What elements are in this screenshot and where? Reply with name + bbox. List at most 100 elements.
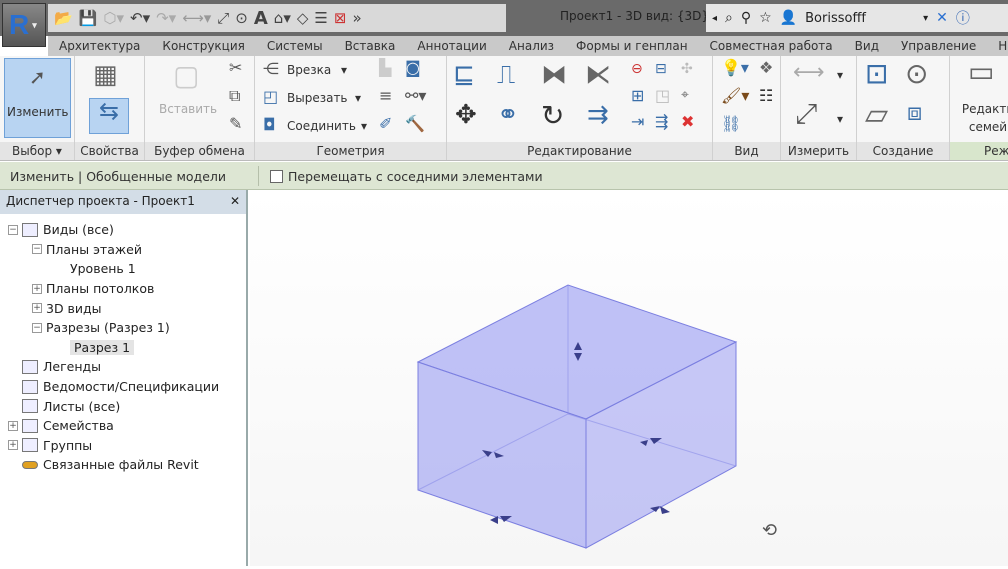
- tab-view[interactable]: Вид: [844, 39, 890, 53]
- mirror-draw-icon[interactable]: ⧔: [585, 62, 611, 88]
- lightbulb-icon[interactable]: 💡▾: [721, 60, 749, 76]
- tree-item[interactable]: Разрез 1: [0, 338, 246, 358]
- paint-icon[interactable]: ◙: [405, 60, 421, 76]
- wall-joins-icon[interactable]: ≡: [379, 88, 392, 104]
- tree-item[interactable]: Ведомости/Спецификации: [0, 377, 246, 397]
- align-icon[interactable]: ⊑: [453, 62, 475, 88]
- tab-architecture[interactable]: Архитектура: [48, 39, 151, 53]
- beam-column-icon[interactable]: ⚯▾: [405, 88, 426, 104]
- expand-icon[interactable]: +: [8, 440, 18, 451]
- 3d-viewport[interactable]: ⟲: [250, 190, 1008, 566]
- trim-single-icon[interactable]: ⇥: [631, 114, 644, 130]
- properties-toggle-icon[interactable]: ⇆: [89, 98, 129, 134]
- brush-icon[interactable]: 🖌▾: [721, 88, 749, 104]
- tab-manage[interactable]: Управление: [890, 39, 987, 53]
- tab-analyze[interactable]: Анализ: [498, 39, 565, 53]
- expand-icon[interactable]: +: [32, 283, 42, 294]
- scroll-left-icon[interactable]: ◂: [712, 13, 717, 24]
- tab-collaborate[interactable]: Совместная работа: [699, 39, 844, 53]
- open-icon[interactable]: 📂: [54, 9, 73, 27]
- measure-between-icon[interactable]: ⟷: [793, 62, 825, 84]
- 3d-view-icon[interactable]: ⌂▾: [274, 9, 291, 27]
- array-icon[interactable]: ⊞: [631, 88, 644, 104]
- thin-lines-icon[interactable]: ☰: [314, 9, 327, 27]
- sync-icon[interactable]: ⬡▾: [103, 9, 124, 27]
- tab-structure[interactable]: Конструкция: [151, 39, 255, 53]
- collapse-icon[interactable]: −: [8, 224, 18, 235]
- tab-annotate[interactable]: Аннотации: [406, 39, 497, 53]
- create-assembly-icon[interactable]: ⊡: [865, 60, 888, 88]
- collapse-icon[interactable]: −: [32, 244, 42, 255]
- section-icon[interactable]: ◇: [297, 9, 309, 27]
- star-icon[interactable]: ☆: [759, 10, 772, 26]
- demolish-icon[interactable]: 🔨: [405, 116, 425, 132]
- modify-button[interactable]: ➚ Изменить: [4, 58, 71, 138]
- tab-addins[interactable]: Над: [987, 39, 1008, 53]
- offset-icon[interactable]: ⎍: [497, 62, 515, 88]
- measure-icon[interactable]: ⟷▾: [182, 9, 211, 27]
- move-icon[interactable]: ✥: [455, 102, 477, 128]
- aligned-dimension-icon[interactable]: ⤢: [795, 100, 817, 128]
- tree-item[interactable]: + Группы: [0, 436, 246, 456]
- help-icon[interactable]: ⓘ: [956, 8, 970, 28]
- subscription-icon[interactable]: ⚲: [741, 10, 751, 26]
- tree-item[interactable]: Легенды: [0, 357, 246, 377]
- move-with-nearby-checkbox[interactable]: [270, 170, 283, 183]
- panel-select-label[interactable]: Выбор ▾: [0, 142, 74, 160]
- tree-item[interactable]: − Планы этажей: [0, 240, 246, 260]
- linework-icon[interactable]: ☷: [759, 88, 773, 104]
- redo-icon[interactable]: ↷▾: [156, 9, 176, 27]
- edit-family-icon[interactable]: ▭: [968, 58, 994, 86]
- override-graphics-icon[interactable]: ❖: [759, 60, 773, 76]
- split-face-icon[interactable]: ▙: [379, 60, 391, 76]
- binoculars-icon[interactable]: ⌕: [725, 10, 733, 26]
- exchange-icon[interactable]: ✕: [936, 10, 948, 26]
- tree-item[interactable]: Уровень 1: [0, 259, 246, 279]
- cut-icon[interactable]: ✂: [229, 60, 242, 76]
- scale-icon[interactable]: ◳: [655, 88, 670, 104]
- tree-item[interactable]: − Виды (все): [0, 220, 246, 240]
- mirror-axis-icon[interactable]: ⧓: [541, 62, 567, 88]
- create-parts-icon[interactable]: ⊙: [905, 60, 928, 88]
- tree-item[interactable]: + Планы потолков: [0, 279, 246, 299]
- tree-item[interactable]: + Семейства: [0, 416, 246, 436]
- match-properties-icon[interactable]: ✎: [229, 116, 242, 132]
- split-element-icon[interactable]: ⊖: [631, 62, 643, 76]
- unpin-icon[interactable]: ✣: [681, 62, 693, 76]
- save-icon[interactable]: 💾: [79, 9, 98, 27]
- close-hidden-icon[interactable]: ⊠: [334, 9, 347, 27]
- copy-icon[interactable]: ⧉: [229, 88, 240, 104]
- tree-item[interactable]: − Разрезы (Разрез 1): [0, 318, 246, 338]
- tree-item[interactable]: +3D виды: [0, 298, 246, 318]
- tag-icon[interactable]: ⊙: [235, 9, 248, 27]
- split-icon[interactable]: ✐: [379, 116, 392, 132]
- link-icon[interactable]: ⛓: [721, 116, 741, 132]
- expand-icon[interactable]: +: [8, 420, 18, 431]
- user-icon[interactable]: 👤: [780, 10, 797, 26]
- generic-model-box[interactable]: ⟲: [250, 190, 1008, 566]
- tree-item[interactable]: Связанные файлы Revit: [0, 455, 246, 475]
- delete-icon[interactable]: ✖: [681, 114, 694, 130]
- pin-icon[interactable]: ⌖: [681, 88, 689, 102]
- text-icon[interactable]: A: [254, 8, 268, 29]
- similar-icon[interactable]: ⧈: [907, 100, 922, 124]
- more-icon[interactable]: »: [352, 9, 361, 27]
- expand-icon[interactable]: +: [32, 303, 42, 314]
- trim-extend-icon[interactable]: ⇉: [587, 102, 609, 128]
- copy-element-icon[interactable]: ⚭: [497, 102, 519, 128]
- tab-systems[interactable]: Системы: [256, 39, 334, 53]
- tree-item[interactable]: Листы (все): [0, 396, 246, 416]
- trim-multiple-icon[interactable]: ⇶: [655, 114, 668, 130]
- undo-icon[interactable]: ↶▾: [130, 9, 150, 27]
- aligned-dimension-icon[interactable]: ⤢: [217, 9, 229, 27]
- user-name[interactable]: Borissofff: [805, 11, 915, 26]
- chevron-down-icon[interactable]: ▾: [923, 13, 928, 24]
- rotate-icon[interactable]: ↻: [541, 102, 564, 130]
- tab-massing-site[interactable]: Формы и генплан: [565, 39, 699, 53]
- close-icon[interactable]: ✕: [230, 194, 240, 210]
- split-gap-icon[interactable]: ⊟: [655, 62, 667, 76]
- create-group-icon[interactable]: ▱: [865, 100, 888, 130]
- application-menu-button[interactable]: R ▾: [2, 3, 46, 47]
- tab-insert[interactable]: Вставка: [334, 39, 407, 53]
- collapse-icon[interactable]: −: [32, 322, 42, 333]
